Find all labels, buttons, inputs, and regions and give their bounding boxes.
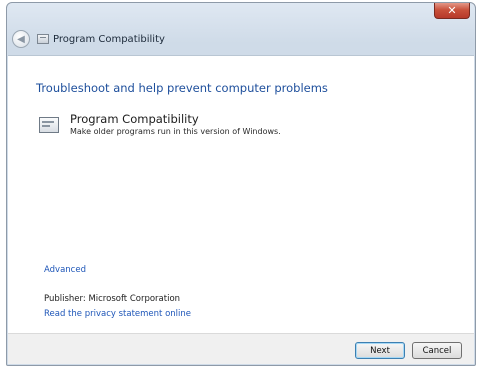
close-icon: ✕ — [447, 3, 457, 17]
next-button[interactable]: Next — [355, 342, 405, 359]
close-button[interactable]: ✕ — [434, 3, 470, 19]
program-window-icon — [39, 115, 61, 135]
back-arrow-icon: ◀ — [17, 33, 25, 45]
troubleshooter-title: Program Compatibility — [70, 112, 199, 126]
troubleshooter-item: Program Compatibility Make older program… — [39, 112, 281, 137]
button-bar: Next Cancel — [8, 333, 474, 364]
title-row: ◀ Program Compatibility — [12, 29, 165, 49]
publisher-label: Publisher: Microsoft Corporation — [44, 294, 181, 304]
advanced-link[interactable]: Advanced — [44, 265, 86, 275]
app-icon — [37, 34, 49, 44]
privacy-statement-link[interactable]: Read the privacy statement online — [44, 309, 191, 319]
page-heading: Troubleshoot and help prevent computer p… — [36, 81, 328, 95]
troubleshooter-description: Make older programs run in this version … — [70, 127, 281, 136]
content-pane: Troubleshoot and help prevent computer p… — [8, 55, 474, 333]
wizard-window: ✕ ◀ Program Compatibility Troubleshoot a… — [6, 2, 476, 366]
cancel-button[interactable]: Cancel — [412, 342, 462, 359]
window-title: Program Compatibility — [53, 33, 165, 45]
back-button[interactable]: ◀ — [12, 30, 30, 48]
